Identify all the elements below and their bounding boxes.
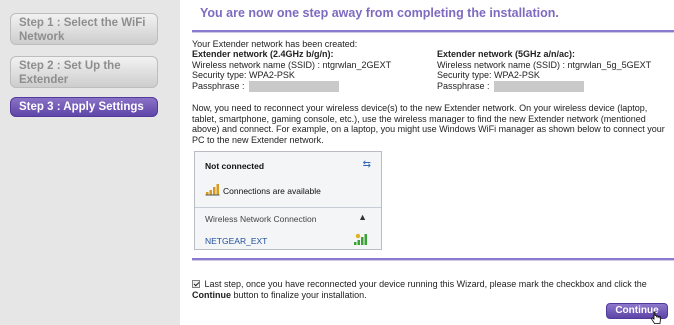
wifi-network-name: NETGEAR_EXT [205,236,268,246]
hand-cursor-icon [650,311,661,324]
divider-top [192,30,674,33]
passphrase-label: Passphrase : [192,80,245,91]
footer-text-after: button to finalize your installation. [231,289,367,300]
footer-text-bold: Continue [192,289,231,300]
footer-instructions: Last step, once you have reconnected you… [192,279,674,300]
network-24ghz: Extender network (2.4GHz b/g/n): Wireles… [192,49,432,92]
created-text: Your Extender network has been created: [192,39,358,49]
network-5ghz: Extender network (5GHz a/n/ac): Wireless… [437,49,674,92]
wifi-bars-icon [205,184,220,196]
wifi-status: Not connected [205,161,265,171]
sidebar: Step 1 : Select the WiFi Network Step 2 … [0,0,180,325]
network-24ghz-header: Extender network (2.4GHz b/g/n): [192,49,334,59]
network-24ghz-ssid: Wireless network name (SSID) : ntgrwlan_… [192,59,392,70]
main-panel: You are now one step away from completin… [192,0,674,325]
divider-bottom [192,258,674,261]
network-24ghz-passphrase: Passphrase : [192,80,432,92]
network-5ghz-passphrase: Passphrase : [437,80,674,92]
signal-strength-icon [354,233,367,245]
wifi-separator [195,207,381,208]
step-1-select-wifi[interactable]: Step 1 : Select the WiFi Network [10,13,158,45]
confirm-checkbox[interactable] [192,280,200,288]
passphrase-redacted [493,80,584,92]
chevron-up-icon: ▲ [358,212,367,222]
page-title: You are now one step away from completin… [200,6,559,20]
wifi-available: Connections are available [223,186,321,196]
wifi-section-label: Wireless Network Connection [205,214,317,224]
refresh-icon: ⇆ [362,159,371,170]
passphrase-label: Passphrase : [437,80,490,91]
network-5ghz-ssid: Wireless network name (SSID) : ntgrwlan_… [437,59,652,70]
instructions-text: Now, you need to reconnect your wireless… [192,103,665,145]
step-3-apply-settings[interactable]: Step 3 : Apply Settings [10,97,158,117]
network-5ghz-header: Extender network (5GHz a/n/ac): [437,49,576,59]
passphrase-redacted [248,80,339,92]
wifi-manager-example: Not connected ⇆ Connections are availabl… [194,151,382,250]
step-2-setup-extender[interactable]: Step 2 : Set Up the Extender [10,56,158,88]
network-24ghz-security: Security type: WPA2-PSK [192,70,295,80]
footer-text-before: Last step, once you have reconnected you… [204,279,647,289]
content: Your Extender network has been created: … [192,39,674,145]
network-5ghz-security: Security type: WPA2-PSK [437,70,540,80]
